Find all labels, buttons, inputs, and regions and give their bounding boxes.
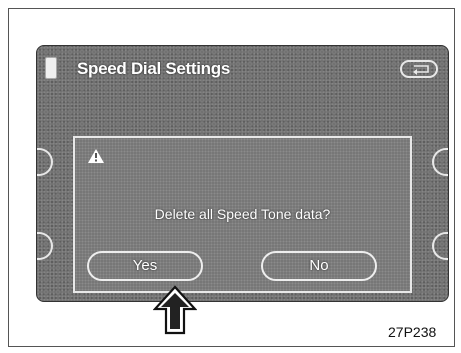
display-screen: Speed Dial Settings Delete all Speed Ton… (36, 45, 449, 302)
confirm-dialog: Delete all Speed Tone data? Yes No (73, 136, 412, 293)
background-button-left-1 (37, 148, 53, 176)
back-arrow-icon (413, 65, 429, 75)
background-button-left-2 (37, 232, 53, 260)
no-button[interactable]: No (261, 251, 377, 281)
yes-button[interactable]: Yes (87, 251, 203, 281)
background-button-right-2 (432, 232, 448, 260)
warning-icon (88, 149, 104, 163)
figure-code: 27P238 (388, 324, 437, 340)
figure-frame: Speed Dial Settings Delete all Speed Ton… (8, 8, 455, 347)
background-button-right-1 (432, 148, 448, 176)
up-arrow-icon (153, 285, 197, 335)
dialog-message: Delete all Speed Tone data? (154, 206, 331, 222)
screen-title: Speed Dial Settings (77, 59, 231, 78)
title-bar: Speed Dial Settings (37, 46, 448, 88)
page-icon (45, 57, 57, 79)
back-button[interactable] (400, 60, 438, 78)
